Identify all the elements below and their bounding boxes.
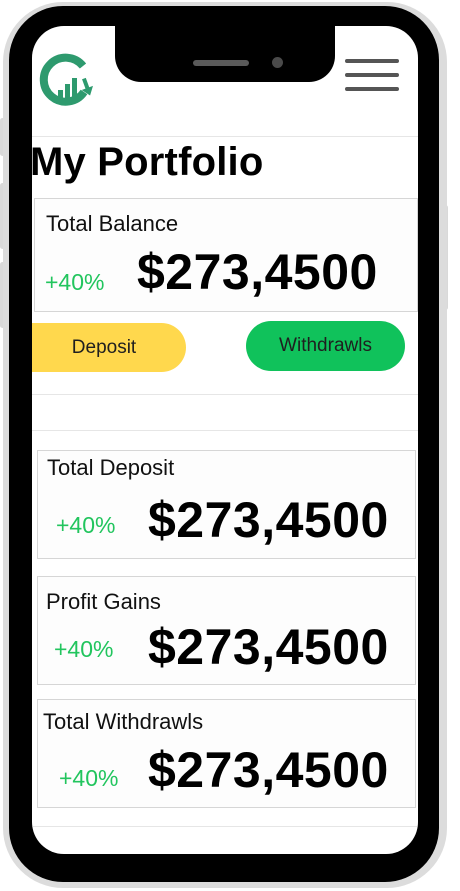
card-amount: $273,4500 [148,619,389,675]
phone-screen: My Portfolio Total Balance +40% $273,450… [32,26,418,854]
total-balance-card: Total Balance +40% $273,4500 [34,198,418,312]
bottom-divider [32,826,418,827]
speaker-grille [193,60,249,66]
section-divider [32,430,418,431]
front-camera [272,57,283,68]
card-label: Total Deposit [47,455,175,480]
card-change: +40% [56,512,116,538]
card-change: +40% [59,765,119,791]
card-amount: $273,4500 [137,244,378,300]
hamburger-menu-icon[interactable] [345,59,399,93]
page-title: My Portfolio [32,140,264,184]
header-divider [32,136,418,137]
profit-gains-card: Profit Gains +40% $273,4500 [37,576,416,685]
card-label: Profit Gains [46,589,161,614]
withdrawls-button[interactable]: Withdrawls [246,321,405,371]
growth-chart-logo-icon[interactable] [35,50,93,108]
deposit-button[interactable]: Deposit [32,323,186,372]
card-amount: $273,4500 [148,742,389,798]
total-withdrawls-card: Total Withdrawls +40% $273,4500 [37,699,416,808]
card-label: Total Balance [46,211,179,236]
card-change: +40% [45,269,105,295]
card-amount: $273,4500 [148,492,389,548]
card-change: +40% [54,636,114,662]
card-label: Total Withdrawls [43,709,204,734]
phone-notch [115,26,335,82]
actions-divider [32,394,418,395]
total-deposit-card: Total Deposit +40% $273,4500 [37,450,416,559]
